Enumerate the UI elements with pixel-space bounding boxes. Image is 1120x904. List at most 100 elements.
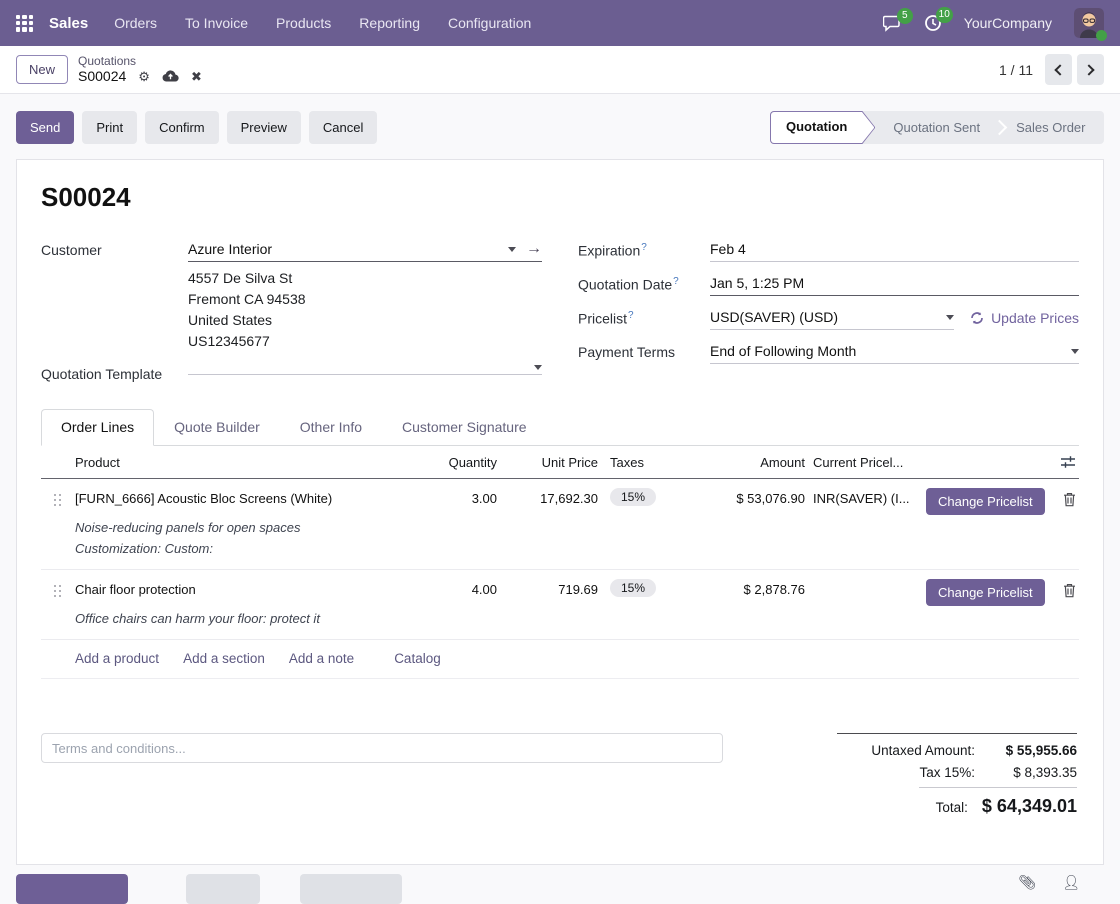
menu-to-invoice[interactable]: To Invoice [185,15,248,31]
tab-other-info[interactable]: Other Info [280,409,382,445]
quotation-template-label: Quotation Template [41,365,188,382]
chevron-down-icon[interactable] [534,365,542,370]
app-name[interactable]: Sales [49,15,88,32]
refresh-icon [970,311,984,325]
chatter-secondary-button[interactable] [186,874,260,904]
gear-icon[interactable]: ⚙︎ [138,70,150,83]
chatter-secondary-button[interactable] [300,874,402,904]
tax-badge[interactable]: 15% [610,488,656,506]
new-button[interactable]: New [16,55,68,84]
discard-icon[interactable]: ✖ [191,70,202,83]
help-icon: ? [673,276,679,287]
add-section-link[interactable]: Add a section [183,651,265,666]
line-description[interactable]: Noise-reducing panels for open spaces Cu… [75,517,1060,559]
change-pricelist-button[interactable]: Change Pricelist [926,579,1045,606]
customer-input[interactable]: Azure Interior → [188,241,542,262]
column-unit-price: Unit Price [497,455,598,470]
product-cell[interactable]: Chair floor protection [75,579,405,601]
form-sheet: S00024 Customer Azure Interior → 4557 De… [16,159,1104,865]
pricelist-input[interactable]: USD(SAVER) (USD) [710,309,954,330]
terms-and-conditions-input[interactable] [41,733,723,763]
statusbar-step-sales-order[interactable]: Sales Order [998,111,1103,144]
unit-price-cell[interactable]: 719.69 [497,579,598,601]
pricelist-label: Pricelist? [578,309,710,330]
help-icon: ? [628,310,634,321]
tax-badge[interactable]: 15% [610,579,656,597]
followers-icon[interactable]: 👤︎ [1062,874,1080,891]
totals-separator [919,787,1077,788]
tax-value: $ 8,393.35 [989,765,1077,780]
change-pricelist-button[interactable]: Change Pricelist [926,488,1045,515]
catalog-link[interactable]: Catalog [394,651,441,666]
menu-products[interactable]: Products [276,15,331,31]
quantity-cell[interactable]: 3.00 [405,488,497,510]
apps-grid-icon[interactable] [16,15,33,32]
attachment-icon[interactable]: 📎︎ [1018,874,1036,891]
tab-quote-builder[interactable]: Quote Builder [154,409,280,445]
tab-order-lines[interactable]: Order Lines [41,409,154,446]
delete-line-icon[interactable] [1060,579,1079,598]
chevron-right-icon [1083,64,1094,75]
pager: 1 / 11 [999,54,1104,85]
breadcrumb: Quotations S00024 ⚙︎ ✖ [78,55,202,85]
drag-handle-icon[interactable] [54,494,64,506]
drag-handle-icon[interactable] [54,585,64,597]
statusbar-step-quotation-sent[interactable]: Quotation Sent [875,111,998,144]
print-button[interactable]: Print [82,111,137,144]
payment-terms-field-row: Payment Terms End of Following Month [578,343,1079,364]
amount-cell: $ 2,878.76 [720,579,805,601]
column-quantity: Quantity [405,455,497,470]
add-product-link[interactable]: Add a product [75,651,159,666]
delete-line-icon[interactable] [1060,488,1079,507]
add-note-link[interactable]: Add a note [289,651,354,666]
messages-badge: 5 [897,8,913,24]
order-line-row: Chair floor protection 4.00 719.69 15% $… [41,570,1079,640]
breadcrumb-current-record: S00024 [78,68,126,84]
menu-configuration[interactable]: Configuration [448,15,531,31]
unit-price-cell[interactable]: 17,692.30 [497,488,598,510]
messages-icon[interactable]: 5 [883,15,902,32]
quotation-date-input[interactable]: Jan 5, 1:25 PM [710,275,1079,296]
online-status-dot [1096,30,1107,41]
product-cell[interactable]: [FURN_6666] Acoustic Bloc Screens (White… [75,488,405,510]
pager-next-button[interactable] [1077,54,1104,85]
quotation-template-input[interactable] [188,365,542,375]
company-menu[interactable]: YourCompany [964,15,1052,31]
menu-reporting[interactable]: Reporting [359,15,420,31]
line-description[interactable]: Office chairs can harm your floor: prote… [75,608,1060,629]
payment-terms-input[interactable]: End of Following Month [710,343,1079,364]
expiration-input[interactable]: Feb 4 [710,241,1079,262]
amount-cell: $ 53,076.90 [720,488,805,510]
customer-address: 4557 De Silva St Fremont CA 94538 United… [188,268,542,352]
chevron-down-icon[interactable] [1071,349,1079,354]
column-taxes: Taxes [598,455,720,470]
cloud-save-icon[interactable] [162,69,179,84]
activities-icon[interactable]: 10 [924,14,942,32]
pager-previous-button[interactable] [1045,54,1072,85]
untaxed-amount-label: Untaxed Amount: [871,743,975,758]
quotation-template-field-row: Quotation Template [41,365,542,382]
chevron-down-icon[interactable] [508,247,516,252]
expiration-label: Expiration? [578,241,710,262]
update-prices-link[interactable]: Update Prices [970,309,1079,326]
activities-badge: 10 [936,7,953,23]
totals-panel: Untaxed Amount: $ 55,955.66 Tax 15%: $ 8… [837,733,1077,824]
cancel-button[interactable]: Cancel [309,111,377,144]
optional-columns-icon[interactable] [1060,455,1082,469]
preview-button[interactable]: Preview [227,111,301,144]
total-label: Total: [936,800,968,815]
action-bar: Send Print Confirm Preview Cancel Quotat… [0,94,1120,159]
chatter-primary-button[interactable] [16,874,128,904]
statusbar-step-quotation[interactable]: Quotation [770,111,875,144]
column-amount: Amount [720,455,805,470]
chevron-down-icon[interactable] [946,315,954,320]
total-value: $ 64,349.01 [982,796,1077,817]
confirm-button[interactable]: Confirm [145,111,219,144]
internal-link-arrow-icon[interactable]: → [526,241,542,257]
user-avatar[interactable] [1074,8,1104,38]
breadcrumb-quotations-link[interactable]: Quotations [78,55,202,69]
send-button[interactable]: Send [16,111,74,144]
menu-orders[interactable]: Orders [114,15,157,31]
quantity-cell[interactable]: 4.00 [405,579,497,601]
tab-customer-signature[interactable]: Customer Signature [382,409,547,445]
